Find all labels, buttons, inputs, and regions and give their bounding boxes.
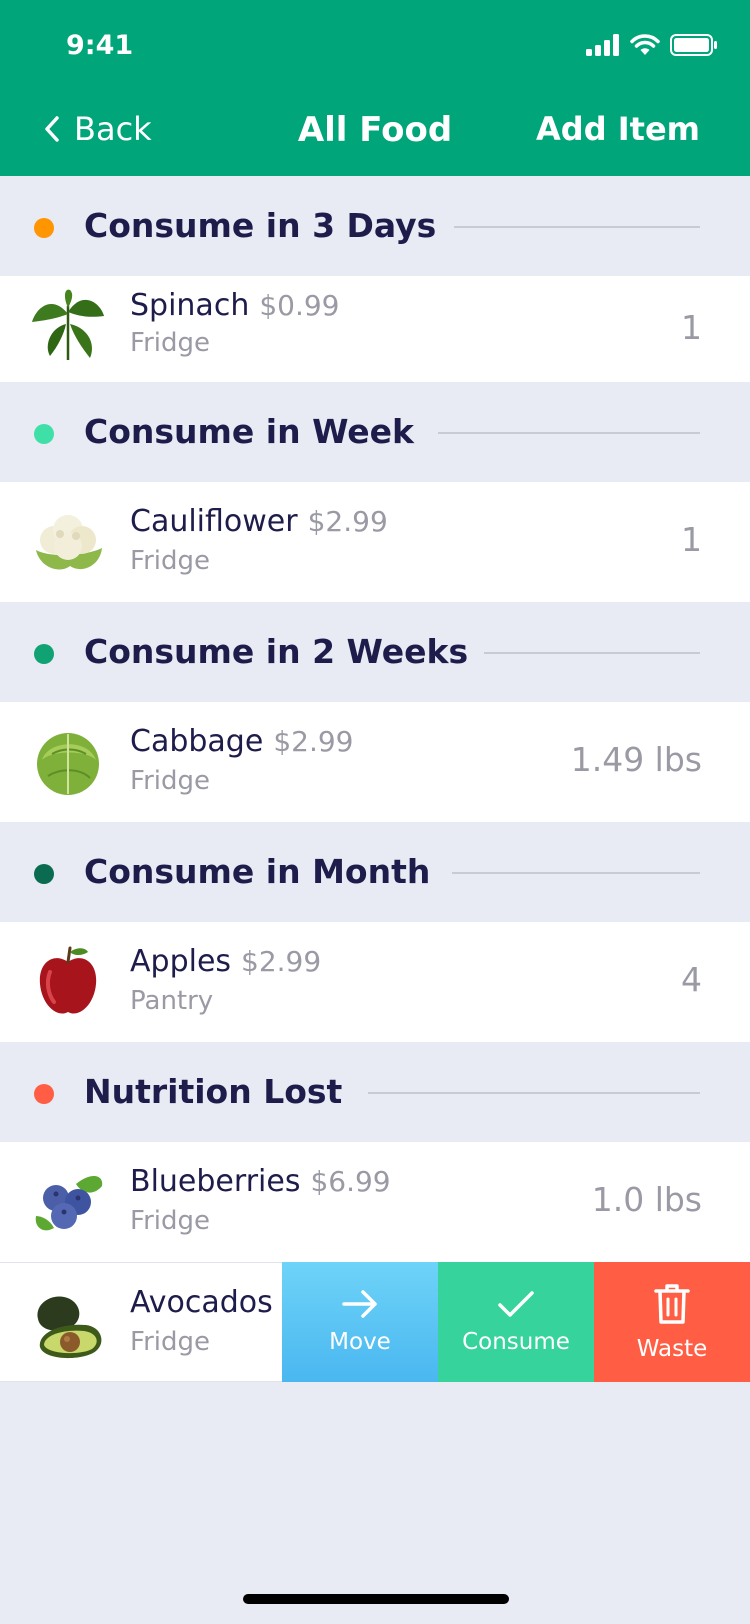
check-icon	[498, 1291, 534, 1317]
food-quantity: 4	[681, 960, 702, 999]
section-header: Nutrition Lost	[0, 1042, 750, 1142]
section-header: Consume in Month	[0, 822, 750, 922]
section-dot	[34, 1084, 54, 1104]
section-divider	[484, 652, 700, 654]
section-header: Consume in 3 Days	[0, 176, 750, 276]
food-row-cauliflower[interactable]: Cauliflower $2.99 Fridge 1	[0, 482, 750, 602]
status-icons	[586, 34, 718, 56]
food-price: $2.99	[307, 505, 388, 538]
food-row-apples[interactable]: Apples $2.99 Pantry 4	[0, 922, 750, 1042]
food-name-text: Cauliflower	[130, 504, 298, 539]
section-dot	[34, 644, 54, 664]
food-row-spinach[interactable]: Spinach $0.99 Fridge 1	[0, 276, 750, 382]
food-row-blueberries[interactable]: Blueberries $6.99 Fridge 1.0 lbs	[0, 1142, 750, 1262]
food-price: $2.99	[273, 725, 354, 758]
waste-button[interactable]: Waste	[594, 1262, 750, 1382]
food-name-text: Spinach	[130, 288, 250, 323]
spinach-image	[32, 289, 104, 360]
food-name-text: Cabbage	[130, 724, 264, 759]
food-location: Fridge	[130, 328, 210, 358]
food-price: $0.99	[259, 289, 340, 322]
back-button[interactable]: Back	[44, 110, 152, 148]
section-divider	[368, 1092, 700, 1094]
section-dot	[34, 424, 54, 444]
section-header: Consume in Week	[0, 382, 750, 482]
move-button[interactable]: Move	[282, 1262, 438, 1382]
arrow-right-icon	[342, 1290, 377, 1318]
food-name-text: Apples	[130, 944, 232, 979]
food-location: Fridge	[130, 546, 210, 576]
food-price: $2.99	[241, 945, 322, 978]
add-item-button[interactable]: Add Item	[536, 110, 700, 148]
food-location: Fridge	[130, 1327, 210, 1357]
food-name: Apples $2.99	[130, 944, 321, 979]
food-location: Fridge	[130, 1206, 210, 1236]
section-title: Nutrition Lost	[84, 1072, 343, 1111]
food-name-text: Avocados	[130, 1285, 273, 1320]
consume-button[interactable]: Consume	[438, 1262, 594, 1382]
section-divider	[438, 432, 700, 434]
home-indicator[interactable]	[243, 1594, 509, 1604]
food-name: Cauliflower $2.99	[130, 504, 388, 539]
food-location: Fridge	[130, 766, 210, 796]
move-label: Move	[329, 1329, 391, 1355]
avocado-image	[37, 1296, 102, 1359]
food-price: $6.99	[310, 1165, 391, 1198]
app-header: 9:41 Back All Food Add Item	[0, 0, 750, 176]
cauliflower-image	[36, 515, 102, 570]
section-divider	[454, 226, 700, 228]
food-row-cabbage[interactable]: Cabbage $2.99 Fridge 1.49 lbs	[0, 702, 750, 822]
back-label: Back	[74, 110, 152, 148]
food-quantity: 1.49 lbs	[570, 740, 702, 779]
section-divider	[452, 872, 700, 874]
chevron-left-icon	[45, 116, 59, 142]
wifi-icon	[630, 34, 660, 55]
section-dot	[34, 864, 54, 884]
food-name-text: Blueberries	[130, 1164, 301, 1199]
swipe-actions: Move Consume Waste	[282, 1262, 750, 1382]
food-quantity: 1	[681, 520, 702, 559]
waste-label: Waste	[636, 1336, 708, 1362]
food-name: Cabbage $2.99	[130, 724, 353, 759]
consume-label: Consume	[462, 1329, 570, 1355]
food-name: Spinach $0.99	[130, 288, 340, 323]
status-time: 9:41	[66, 30, 134, 61]
section-title: Consume in 3 Days	[84, 206, 437, 245]
section-title: Consume in 2 Weeks	[84, 632, 469, 671]
trash-icon	[654, 1284, 690, 1324]
signal-icon	[586, 34, 619, 56]
blueberries-image	[35, 1175, 103, 1231]
food-name: Blueberries $6.99	[130, 1164, 391, 1199]
food-name: Avocados	[130, 1285, 273, 1320]
apple-image	[39, 946, 97, 1014]
food-quantity: 1	[681, 308, 702, 347]
section-title: Consume in Week	[84, 412, 414, 451]
battery-icon	[670, 34, 717, 56]
food-quantity: 1.0 lbs	[591, 1180, 702, 1219]
section-dot	[34, 218, 54, 238]
cabbage-image	[37, 733, 99, 795]
food-location: Pantry	[130, 986, 214, 1016]
section-title: Consume in Month	[84, 852, 431, 891]
section-header: Consume in 2 Weeks	[0, 602, 750, 702]
